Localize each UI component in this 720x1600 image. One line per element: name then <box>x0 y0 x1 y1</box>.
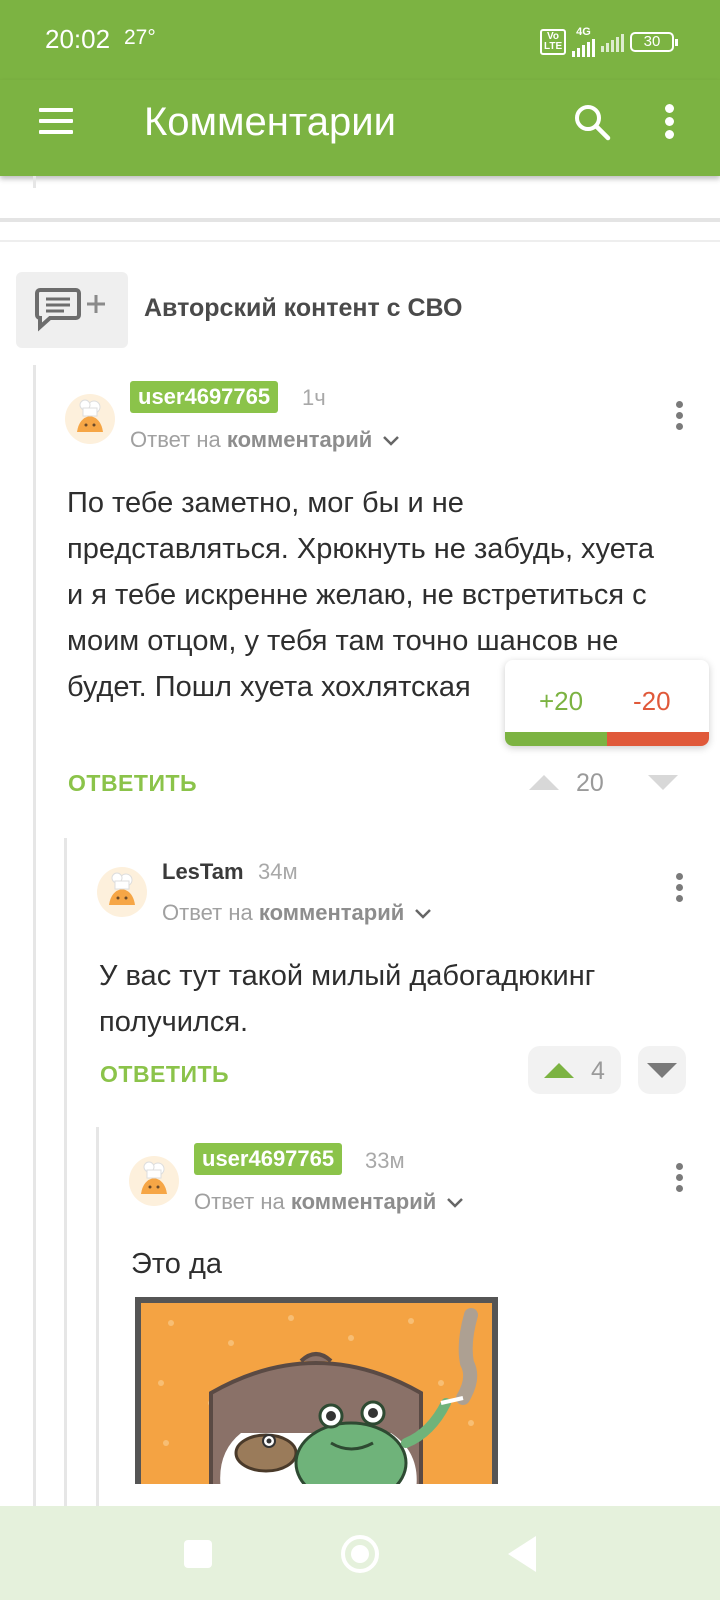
recent-apps-icon[interactable] <box>184 1540 212 1568</box>
divider <box>0 240 720 242</box>
chevron-down-icon <box>447 1198 464 1208</box>
upvote-icon[interactable] <box>529 775 559 790</box>
upvote-pill[interactable]: 4 <box>528 1046 621 1094</box>
username[interactable]: user4697765 <box>194 1143 343 1175</box>
chevron-down-icon <box>415 909 432 919</box>
status-temperature: 27° <box>124 26 156 49</box>
upvotes-count: +20 <box>539 686 584 716</box>
rating-value: 20 <box>576 769 604 797</box>
thread-line <box>96 1127 99 1506</box>
avatar[interactable] <box>97 867 147 917</box>
signal-4g-icon: 4G <box>572 27 595 57</box>
menu-icon[interactable] <box>39 108 73 134</box>
comment-more-icon[interactable] <box>674 873 684 905</box>
add-comment-icon <box>35 288 105 332</box>
vote-ratio-bar <box>505 732 709 746</box>
reply-button[interactable]: ОТВЕТИТЬ <box>100 1061 229 1088</box>
thread-line <box>33 365 36 1506</box>
comment-more-icon[interactable] <box>674 1163 684 1195</box>
rating-value: 4 <box>591 1057 605 1085</box>
thread-line <box>64 838 67 1506</box>
downvote-icon <box>647 1063 677 1078</box>
downvotes-count: -20 <box>633 686 671 716</box>
avatar[interactable] <box>65 394 115 444</box>
comment-text: Это да <box>131 1248 223 1280</box>
post-comments-button[interactable] <box>16 272 128 348</box>
comment-time: 1ч <box>302 385 326 410</box>
vote-ratio-negative <box>607 732 709 746</box>
downvote-pill[interactable] <box>638 1046 686 1094</box>
comment-time: 34м <box>258 859 298 884</box>
thread-line <box>33 176 36 188</box>
reply-to-link[interactable]: Ответ на комментарий <box>194 1189 464 1215</box>
divider <box>0 218 720 222</box>
reply-to-link[interactable]: Ответ на комментарий <box>130 427 400 453</box>
more-options-icon[interactable] <box>665 104 675 139</box>
app-bar: Комментарии <box>0 80 720 176</box>
page-title: Комментарии <box>144 100 396 144</box>
volte-icon: Vo LTE <box>540 29 566 55</box>
post-title[interactable]: Авторский контент с СВО <box>144 294 462 323</box>
username[interactable]: LesTam <box>162 856 244 888</box>
chevron-down-icon <box>383 436 400 446</box>
vote-breakdown-popup: +20 -20 <box>505 660 709 746</box>
system-navigation-bar <box>0 1506 720 1600</box>
comment-text: У вас тут такой милый дабогадюкинг получ… <box>99 960 596 1038</box>
reply-to-link[interactable]: Ответ на комментарий <box>162 900 432 926</box>
comment-time: 33м <box>365 1148 405 1173</box>
search-icon[interactable] <box>572 102 612 142</box>
signal-2-icon <box>601 32 624 52</box>
reply-button[interactable]: ОТВЕТИТЬ <box>68 770 197 797</box>
home-icon[interactable] <box>341 1535 379 1573</box>
comment-image[interactable] <box>135 1297 498 1484</box>
comment-more-icon[interactable] <box>674 401 684 433</box>
status-bar: 20:02 27° Vo LTE 4G 30 <box>0 0 720 80</box>
avatar[interactable] <box>129 1156 179 1206</box>
back-icon[interactable] <box>508 1536 536 1572</box>
status-time: 20:02 <box>45 24 111 54</box>
battery-icon: 30 <box>630 32 678 52</box>
downvote-icon[interactable] <box>648 775 678 790</box>
username[interactable]: user4697765 <box>130 381 279 413</box>
vote-ratio-positive <box>505 732 607 746</box>
upvote-icon <box>544 1063 574 1078</box>
